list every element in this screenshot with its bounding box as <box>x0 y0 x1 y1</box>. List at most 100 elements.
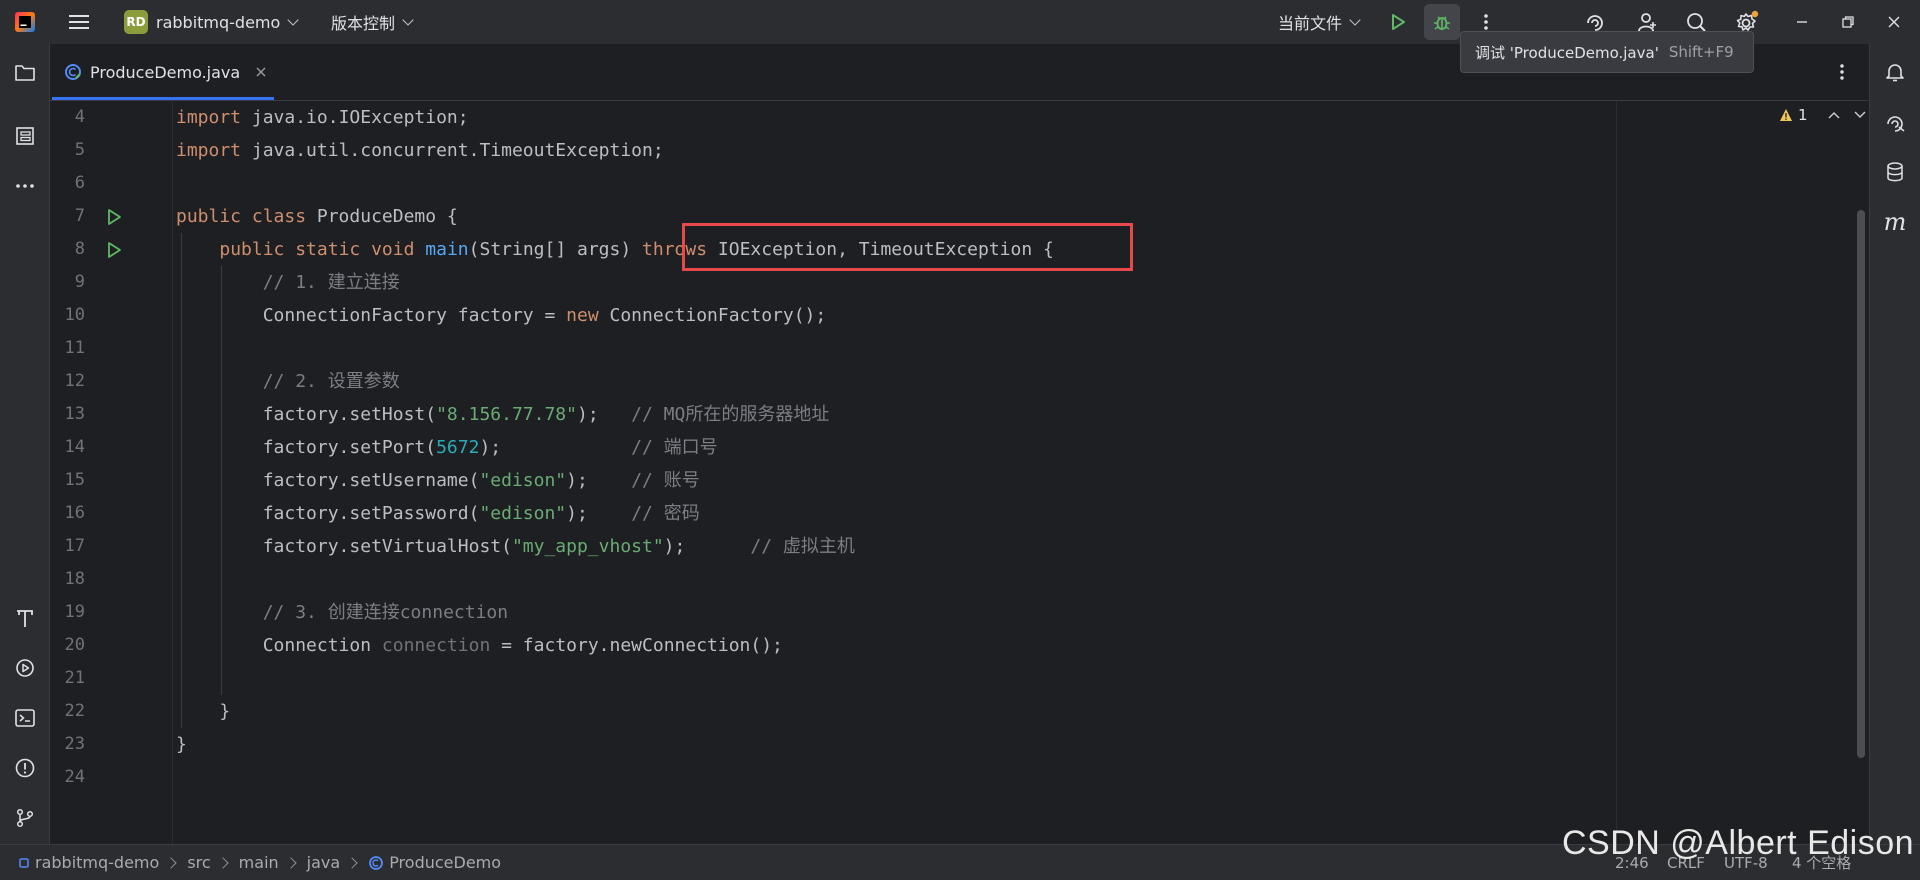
keyword: public static void <box>219 239 415 260</box>
code-line: // 1. 建立连接 <box>176 266 400 299</box>
breadcrumb-item[interactable]: ProduceDemo <box>389 853 501 872</box>
chevron-up-icon[interactable] <box>1826 107 1842 123</box>
line-number: 14 <box>64 437 85 457</box>
string-literal: "edison" <box>479 470 567 491</box>
breadcrumb-item[interactable]: main <box>239 853 279 872</box>
project-selector[interactable]: RD rabbitmq-demo <box>124 10 299 34</box>
number-literal: 5672 <box>436 437 480 458</box>
code-line: public class ProduceDemo { <box>176 200 458 233</box>
tooltip-shortcut: Shift+F9 <box>1668 43 1734 61</box>
more-tool-windows-icon[interactable] <box>11 172 39 200</box>
vcs-label: 版本控制 <box>331 14 396 33</box>
tab-produce-demo[interactable]: ProduceDemo.java <box>64 44 268 100</box>
project-folder-icon[interactable] <box>11 59 39 87</box>
run-class-gutter-icon[interactable] <box>103 206 125 228</box>
breadcrumb-item[interactable]: rabbitmq-demo <box>35 853 159 872</box>
line-number: 17 <box>64 536 85 556</box>
line-number: 12 <box>64 371 85 391</box>
watermark: CSDN @Albert Edison <box>1562 824 1915 862</box>
code-text: ); <box>566 503 632 524</box>
gutter-separator <box>172 101 173 844</box>
code-text: java.io.IOException; <box>241 107 469 128</box>
code-text: (String[] args) <box>468 239 643 260</box>
restore-icon[interactable] <box>1836 10 1860 34</box>
keyword: new <box>566 305 599 326</box>
line-number: 15 <box>64 470 85 490</box>
main-menu-icon[interactable] <box>66 10 92 34</box>
module-icon <box>18 857 30 869</box>
tooltip-text: 调试 'ProduceDemo.java' <box>1475 43 1659 62</box>
services-icon[interactable] <box>11 654 39 682</box>
code-line: // 3. 创建连接connection <box>176 596 508 629</box>
line-number: 20 <box>64 635 85 655</box>
line-number: 16 <box>64 503 85 523</box>
inspection-widget[interactable]: 1 <box>1778 106 1868 124</box>
tab-options-icon[interactable] <box>1830 60 1854 84</box>
maven-icon[interactable]: m <box>1881 208 1909 236</box>
line-number: 23 <box>64 734 85 754</box>
minimize-icon[interactable] <box>1790 10 1814 34</box>
breadcrumb: rabbitmq-demo src main java ProduceDemo <box>18 845 501 880</box>
code-text: = factory.newConnection(); <box>490 635 783 656</box>
line-number: 13 <box>64 404 85 424</box>
run-config-label: 当前文件 <box>1278 14 1343 33</box>
structure-icon[interactable] <box>11 122 39 150</box>
code-text: ); <box>566 470 632 491</box>
line-number: 10 <box>64 305 85 325</box>
line-number: 4 <box>74 107 85 127</box>
build-hammer-icon[interactable] <box>11 604 39 632</box>
chevron-down-icon[interactable] <box>1852 107 1868 123</box>
line-number: 8 <box>74 239 85 259</box>
code-line: factory.setHost("8.156.77.78"); // MQ所在的… <box>176 398 830 431</box>
close-tab-icon[interactable] <box>254 65 268 79</box>
notifications-bell-icon[interactable] <box>1881 58 1909 86</box>
debug-icon[interactable] <box>1424 4 1460 40</box>
code-text: ProduceDemo { <box>306 206 458 227</box>
code-text: factory.setPort( <box>262 437 437 458</box>
chevron-down-icon <box>402 13 414 26</box>
breadcrumb-item[interactable]: java <box>307 853 341 872</box>
code-line: factory.setPassword("edison"); // 密码 <box>176 497 700 530</box>
database-icon[interactable] <box>1881 158 1909 186</box>
ai-chat-icon[interactable] <box>1881 108 1909 136</box>
chevron-down-icon <box>1349 13 1361 26</box>
project-name: rabbitmq-demo <box>156 12 281 32</box>
string-literal: "8.156.77.78" <box>436 404 577 425</box>
close-window-icon[interactable] <box>1882 10 1906 34</box>
chevron-right-icon <box>346 856 358 869</box>
line-number: 22 <box>64 701 85 721</box>
code-line: factory.setPort(5672); // 端口号 <box>176 431 718 464</box>
keyword: public class <box>176 206 307 227</box>
run-main-gutter-icon[interactable] <box>103 239 125 261</box>
code-line: import java.util.concurrent.TimeoutExcep… <box>176 134 664 167</box>
method-name: main <box>425 239 469 260</box>
vcs-menu[interactable]: 版本控制 <box>331 10 414 34</box>
run-config-selector[interactable]: 当前文件 <box>1278 10 1361 34</box>
right-tool-window-bar: m <box>1869 44 1920 844</box>
java-class-icon <box>64 63 82 81</box>
chevron-right-icon <box>217 856 229 869</box>
warning-triangle-icon <box>1778 107 1794 123</box>
editor-scrollbar[interactable] <box>1857 210 1865 758</box>
problems-icon[interactable] <box>11 754 39 782</box>
line-number: 19 <box>64 602 85 622</box>
comment: // 端口号 <box>631 437 718 458</box>
code-text: ConnectionFactory(); <box>598 305 827 326</box>
git-branch-icon[interactable] <box>11 804 39 832</box>
code-text: ); <box>663 536 751 557</box>
line-number: 21 <box>64 668 85 688</box>
app-logo-icon[interactable] <box>13 10 37 34</box>
right-margin-guide <box>1616 101 1617 844</box>
project-badge: RD <box>124 10 148 34</box>
code-text: java.util.concurrent.TimeoutException; <box>241 140 664 161</box>
breadcrumb-item[interactable]: src <box>187 853 210 872</box>
code-line: import java.io.IOException; <box>176 101 469 134</box>
terminal-icon[interactable] <box>11 704 39 732</box>
run-icon[interactable] <box>1384 8 1412 36</box>
highlight-annotation-box <box>682 223 1133 271</box>
